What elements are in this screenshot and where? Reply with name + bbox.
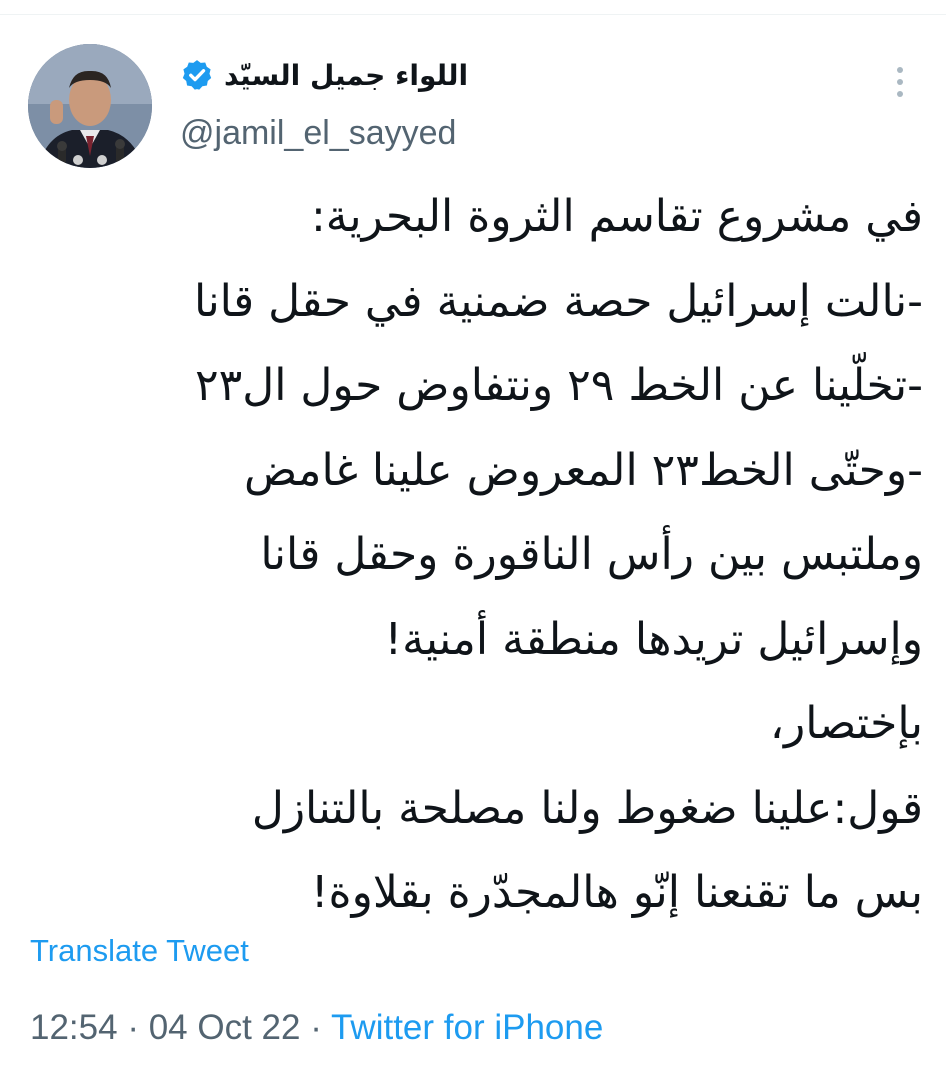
tweet-date[interactable]: 04 Oct 22: [149, 1008, 301, 1047]
tweet-header: اللواء جميل السيّد @jamil_el_sayyed: [180, 50, 740, 153]
tweet-line: بإختصار،: [769, 698, 923, 749]
translate-tweet-link[interactable]: Translate Tweet: [30, 933, 249, 969]
tweet-source-link[interactable]: Twitter for iPhone: [331, 1008, 603, 1047]
user-handle[interactable]: @jamil_el_sayyed: [180, 114, 740, 153]
tweet-line: وإسرائيل تريدها منطقة أمنية!: [384, 613, 923, 665]
tweet-line: وملتبس بين رأس الناقورة وحقل قانا: [260, 529, 923, 580]
display-name[interactable]: اللواء جميل السيّد: [224, 59, 468, 92]
more-vertical-icon-dot: [897, 79, 903, 85]
more-options-button[interactable]: [884, 60, 916, 104]
avatar[interactable]: [28, 44, 152, 168]
verified-badge-icon: [180, 58, 214, 92]
tweet-line: -تخلّينا عن الخط ٢٩ ونتفاوض حول ال٢٣: [194, 360, 923, 411]
name-row: اللواء جميل السيّد: [180, 50, 740, 100]
tweet-text: في مشروع تقاسم الثروة البحرية: -نالت إسر…: [28, 175, 923, 936]
tweet-line: قول:علينا ضغوط ولنا مصلحة بالتنازل: [251, 782, 923, 834]
tweet-line: -نالت إسرائيل حصة ضمنية في حقل قانا: [194, 275, 923, 327]
tweet-time[interactable]: 12:54: [30, 1008, 118, 1047]
tweet-meta: 12:54 · 04 Oct 22 · Twitter for iPhone: [30, 1008, 603, 1048]
meta-separator: ·: [310, 1008, 322, 1047]
more-vertical-icon: [897, 67, 903, 73]
meta-separator: ·: [127, 1008, 139, 1047]
tweet-line: بس ما تقنعنا إنّو هالمجدّرة بقلاوة!: [310, 867, 923, 918]
avatar-photo: [28, 44, 152, 168]
top-divider: [0, 14, 946, 15]
more-vertical-icon-dot: [897, 91, 903, 97]
tweet-line: في مشروع تقاسم الثروة البحرية:: [310, 191, 923, 242]
tweet-line: -وحتّى الخط٢٣ المعروض علينا غامض: [244, 444, 923, 496]
